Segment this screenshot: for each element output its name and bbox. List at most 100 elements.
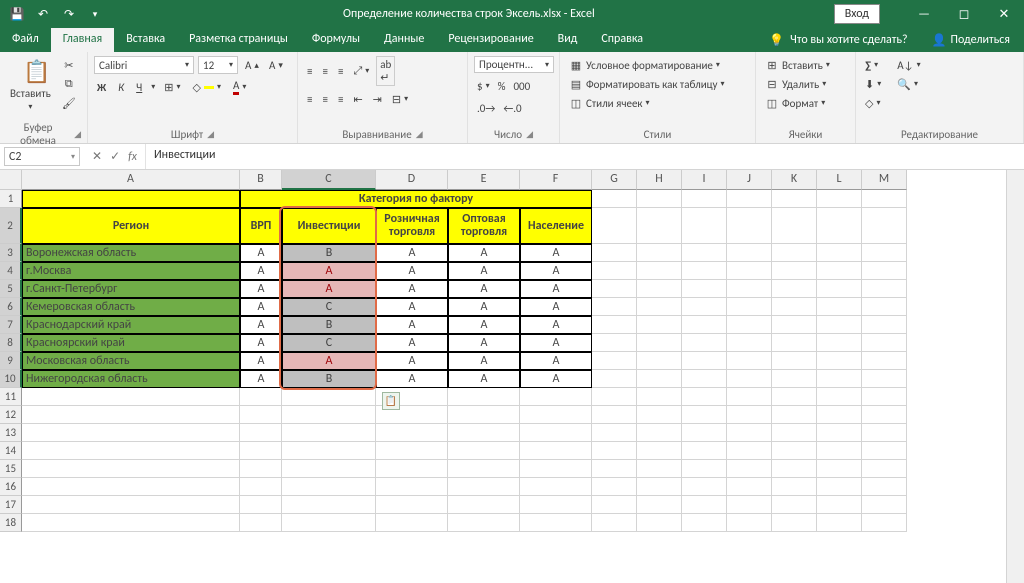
fx-icon[interactable]: fx — [128, 150, 137, 164]
cell[interactable] — [282, 496, 376, 514]
col-header-C[interactable]: C — [282, 170, 376, 190]
cell[interactable] — [862, 280, 907, 298]
cell[interactable] — [817, 460, 862, 478]
invest-cell[interactable]: A — [282, 352, 376, 370]
cell[interactable] — [727, 460, 772, 478]
col-header-A[interactable]: A — [22, 170, 240, 190]
cell[interactable] — [448, 496, 520, 514]
cell[interactable] — [592, 496, 637, 514]
cell[interactable] — [520, 514, 592, 532]
row-header-1[interactable]: 1 — [0, 190, 22, 208]
underline-button[interactable]: Ч — [133, 78, 145, 96]
cell[interactable] — [862, 388, 907, 406]
tab-формулы[interactable]: Формулы — [300, 28, 372, 52]
tab-вставка[interactable]: Вставка — [114, 28, 177, 52]
col-header-K[interactable]: K — [772, 170, 817, 190]
cell[interactable]: A — [520, 244, 592, 262]
cell[interactable] — [520, 460, 592, 478]
cell[interactable] — [592, 352, 637, 370]
cell[interactable] — [240, 514, 282, 532]
col-header-H[interactable]: H — [637, 170, 682, 190]
cell[interactable] — [682, 244, 727, 262]
cell[interactable] — [520, 424, 592, 442]
dialog-launcher-icon[interactable]: ◢ — [207, 129, 214, 140]
cell[interactable] — [22, 496, 240, 514]
cell[interactable]: A — [520, 262, 592, 280]
cell[interactable] — [282, 460, 376, 478]
cell[interactable] — [727, 262, 772, 280]
cell[interactable]: A — [240, 244, 282, 262]
fill-button[interactable]: ⬇▾ — [862, 75, 884, 93]
cell[interactable] — [772, 460, 817, 478]
wholesale-header[interactable]: Оптовая торговля — [448, 208, 520, 244]
col-header-D[interactable]: D — [376, 170, 448, 190]
cell[interactable] — [862, 496, 907, 514]
cell[interactable] — [817, 514, 862, 532]
cell[interactable] — [637, 280, 682, 298]
cell[interactable] — [592, 244, 637, 262]
row-header-10[interactable]: 10 — [0, 370, 22, 388]
cell[interactable] — [772, 424, 817, 442]
cell[interactable] — [862, 316, 907, 334]
tab-рецензирование[interactable]: Рецензирование — [436, 28, 545, 52]
cell[interactable] — [592, 334, 637, 352]
close-icon[interactable]: ✕ — [984, 7, 1024, 22]
cell[interactable] — [727, 496, 772, 514]
cell[interactable] — [592, 514, 637, 532]
row-header-8[interactable]: 8 — [0, 334, 22, 352]
col-header-L[interactable]: L — [817, 170, 862, 190]
cell[interactable] — [448, 442, 520, 460]
cell[interactable] — [592, 262, 637, 280]
cell[interactable] — [22, 424, 240, 442]
row-header-6[interactable]: 6 — [0, 298, 22, 316]
cell[interactable] — [817, 208, 862, 244]
tab-разметка страницы[interactable]: Разметка страницы — [177, 28, 300, 52]
row-header-2[interactable]: 2 — [0, 208, 22, 244]
cell[interactable] — [817, 298, 862, 316]
cell[interactable] — [772, 514, 817, 532]
fill-color-button[interactable]: ◇▾ — [190, 78, 224, 96]
cell[interactable] — [592, 406, 637, 424]
region-cell[interactable]: Краснодарский край — [22, 316, 240, 334]
region-cell[interactable]: Московская область — [22, 352, 240, 370]
cell[interactable]: A — [240, 334, 282, 352]
cell[interactable] — [637, 424, 682, 442]
region-cell[interactable]: Нижегородская область — [22, 370, 240, 388]
cell[interactable] — [682, 478, 727, 496]
dec-decimal-button[interactable]: ←.0 — [500, 99, 524, 117]
cell[interactable]: A — [448, 316, 520, 334]
cell[interactable] — [817, 442, 862, 460]
cell[interactable] — [240, 478, 282, 496]
cell[interactable]: A — [376, 244, 448, 262]
cell[interactable] — [862, 514, 907, 532]
cell[interactable] — [817, 424, 862, 442]
cell[interactable] — [637, 478, 682, 496]
align-middle-button[interactable]: ≡ — [319, 56, 330, 86]
find-button[interactable]: 🔍▾ — [894, 75, 923, 93]
row-header-15[interactable]: 15 — [0, 460, 22, 478]
percent-button[interactable]: % — [495, 77, 509, 95]
col-header-G[interactable]: G — [592, 170, 637, 190]
cell[interactable]: A — [240, 352, 282, 370]
cell[interactable] — [772, 496, 817, 514]
cell[interactable] — [592, 280, 637, 298]
cell[interactable] — [448, 424, 520, 442]
cell[interactable] — [376, 442, 448, 460]
italic-button[interactable]: К — [115, 78, 127, 96]
region-cell[interactable]: Воронежская область — [22, 244, 240, 262]
row-header-18[interactable]: 18 — [0, 514, 22, 532]
col-header-I[interactable]: I — [682, 170, 727, 190]
delete-cells-button[interactable]: ⊟Удалить▾ — [762, 75, 829, 93]
cell[interactable] — [592, 424, 637, 442]
cut-button[interactable]: ✂ — [59, 56, 79, 74]
cell[interactable] — [376, 514, 448, 532]
cell[interactable] — [637, 262, 682, 280]
tab-справка[interactable]: Справка — [589, 28, 655, 52]
cell[interactable] — [682, 280, 727, 298]
tab-вид[interactable]: Вид — [546, 28, 590, 52]
category-merged-header[interactable]: Категория по фактору — [240, 190, 592, 208]
cell[interactable] — [240, 460, 282, 478]
cell[interactable] — [637, 298, 682, 316]
cell[interactable] — [22, 460, 240, 478]
font-name-combo[interactable]: Calibri▾ — [94, 56, 194, 74]
